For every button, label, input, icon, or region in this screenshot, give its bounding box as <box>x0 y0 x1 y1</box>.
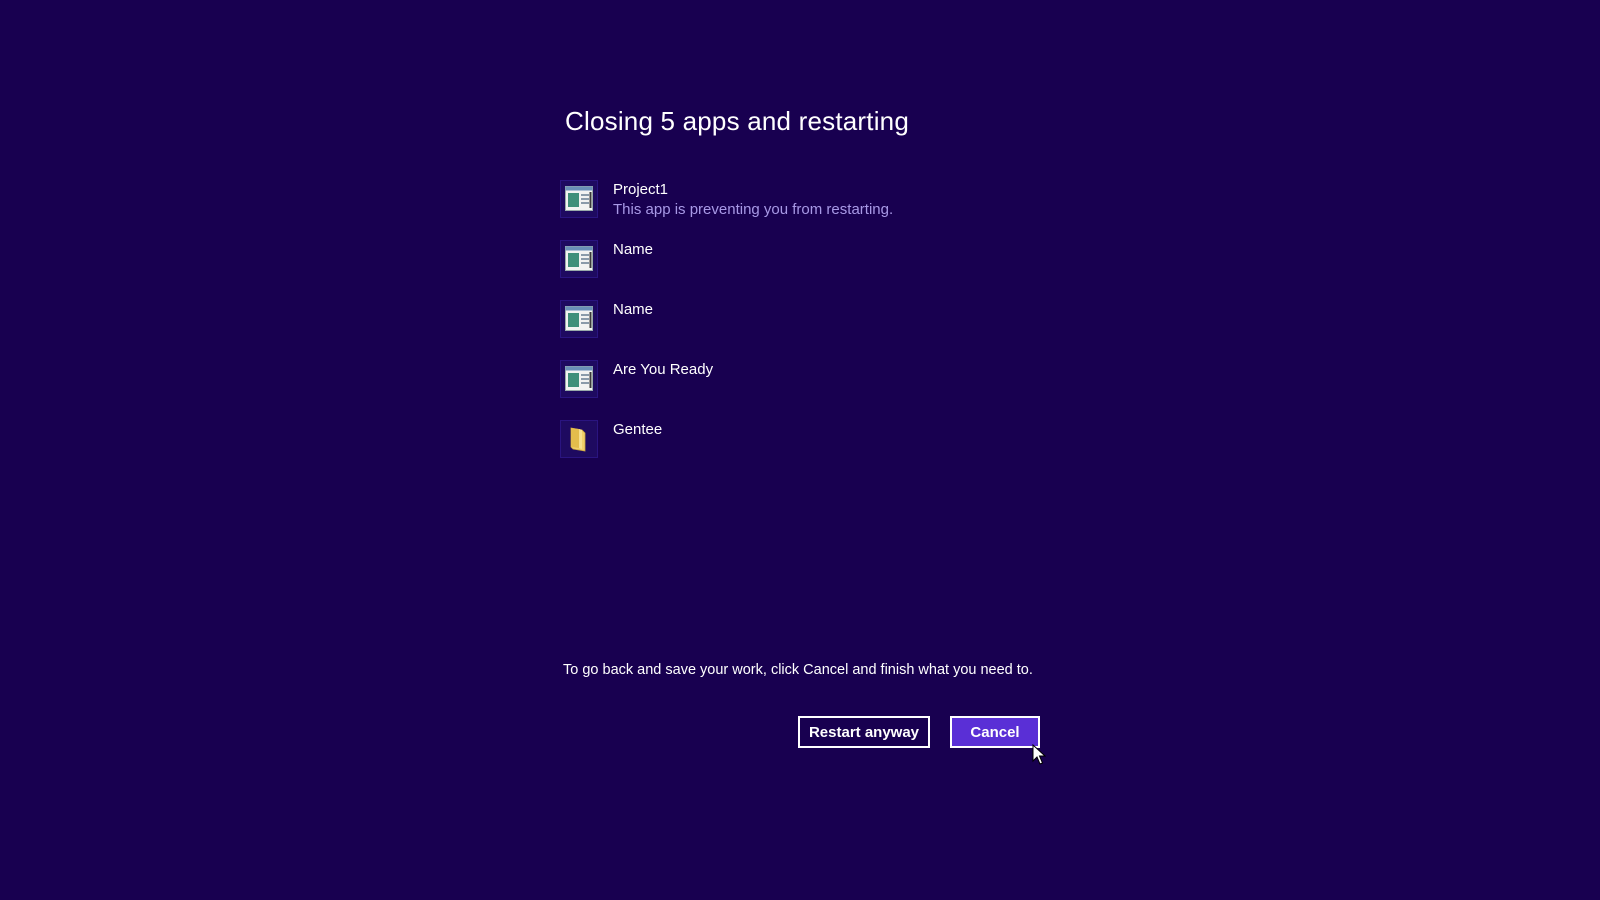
app-name: Are You Ready <box>613 361 714 378</box>
app-window-icon <box>560 300 598 338</box>
app-name: Name <box>613 301 654 318</box>
app-window-icon <box>560 240 598 278</box>
app-item-gentee: Gentee <box>560 420 1160 464</box>
app-item-name-2: Name <box>560 300 1160 344</box>
cancel-button[interactable]: Cancel <box>950 716 1040 748</box>
app-item-project1: Project1 This app is preventing you from… <box>560 180 1160 224</box>
app-item-are-you-ready: Are You Ready <box>560 360 1160 404</box>
restart-screen: Closing 5 apps and restarting Project1 T… <box>0 0 1600 900</box>
app-name: Name <box>613 241 654 258</box>
app-window-icon <box>560 360 598 398</box>
app-window-icon <box>560 180 598 218</box>
app-blocking-note: This app is preventing you from restarti… <box>613 201 894 218</box>
folder-icon <box>560 420 598 458</box>
app-name: Gentee <box>613 421 663 438</box>
app-item-name-1: Name <box>560 240 1160 284</box>
restart-anyway-button[interactable]: Restart anyway <box>798 716 930 748</box>
dialog-title: Closing 5 apps and restarting <box>565 106 910 136</box>
app-name: Project1 <box>613 181 669 198</box>
mouse-pointer-icon <box>1032 744 1046 765</box>
instruction-text: To go back and save your work, click Can… <box>563 662 1033 678</box>
